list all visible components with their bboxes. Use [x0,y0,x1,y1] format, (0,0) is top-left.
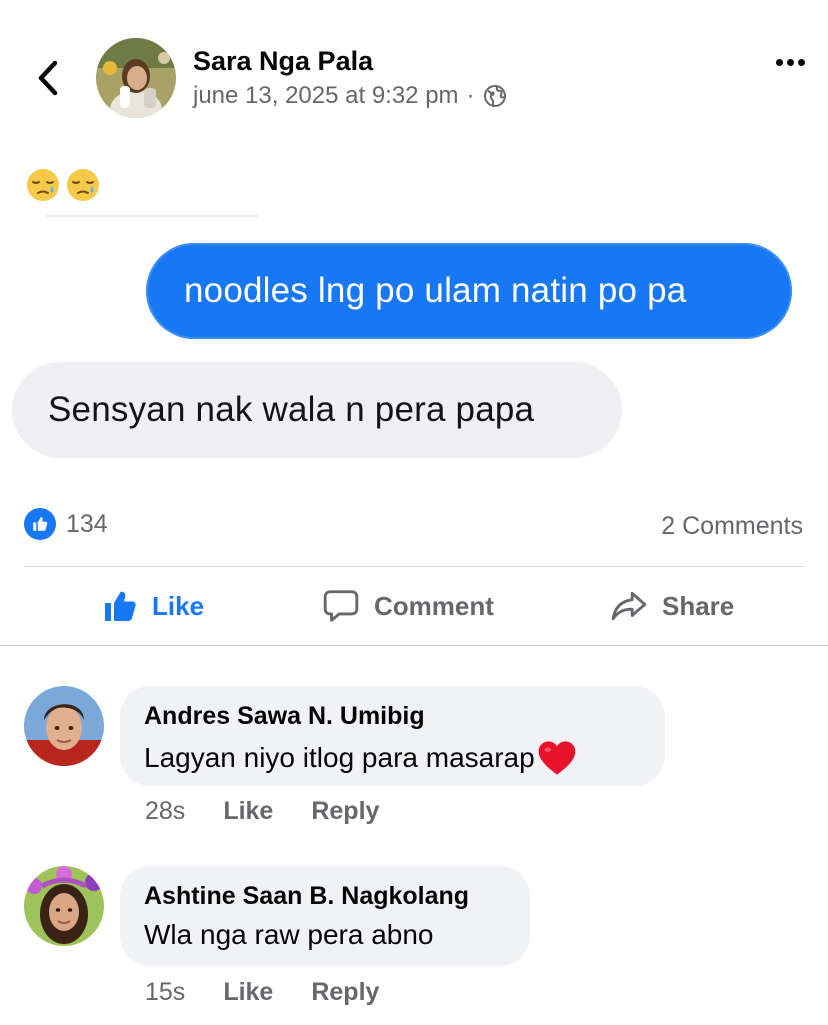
comment-button[interactable]: Comment [322,583,494,629]
comment-bubble[interactable]: Ashtine Saan B. Nagkolang Wla nga raw pe… [120,866,530,966]
received-message-bubble: Sensyan nak wala n pera papa [12,362,622,458]
back-button[interactable] [30,56,66,100]
comment-author[interactable]: Ashtine Saan B. Nagkolang [144,882,506,911]
comment-time[interactable]: 28s [145,797,185,826]
comment-icon [323,590,359,622]
share-arrow-icon [611,591,647,621]
like-button[interactable]: Like [102,583,204,629]
comment-count[interactable]: 2 Comments [661,512,803,541]
like-button-label: Like [152,590,205,621]
comment-time[interactable]: 15s [145,978,185,1007]
comment-reply-button[interactable]: Reply [311,978,379,1007]
sent-message-text: noodles lng po ulam natin po pa [184,271,687,310]
share-button[interactable]: Share [610,583,734,629]
post-timestamp[interactable]: june 13, 2025 at 9:32 pm [193,82,459,110]
author-name[interactable]: Sara Nga Pala [193,46,373,77]
commenter-avatar[interactable] [24,866,104,946]
comment-author[interactable]: Andres Sawa N. Umibig [144,702,641,731]
received-message-text: Sensyan nak wala n pera papa [48,390,535,429]
sent-message-bubble: noodles lng po ulam natin po pa [146,243,792,339]
comment-button-label: Comment [374,590,494,621]
sleepy-face-emoji [67,169,99,201]
author-avatar[interactable] [96,38,176,118]
comment-text: Lagyan niyo itlog para masarap [144,739,641,777]
chevron-left-icon [38,60,58,96]
comment-like-button[interactable]: Like [223,797,273,826]
divider [0,645,828,646]
sleepy-face-emoji [27,169,59,201]
comment-bubble[interactable]: Andres Sawa N. Umibig Lagyan niyo itlog … [120,686,665,786]
comment-meta: 28s Like Reply [145,797,379,826]
divider [24,566,804,567]
share-button-label: Share [662,590,735,621]
more-dots-icon [775,58,783,66]
more-options-button[interactable] [768,50,812,74]
comment-text: Wla nga raw pera abno [144,919,434,950]
like-reaction-icon [24,508,56,540]
like-count: 134 [66,509,108,538]
reaction-summary[interactable]: 134 [24,508,108,540]
meta-separator: · [466,82,475,109]
post-text [26,168,100,202]
red-heart-emoji [538,741,576,775]
thumbs-up-icon [105,591,136,621]
globe-icon [483,85,506,107]
comment-reply-button[interactable]: Reply [311,797,379,826]
image-top-edge [46,215,258,217]
post-meta: june 13, 2025 at 9:32 pm · [193,82,507,110]
commenter-avatar[interactable] [24,686,104,766]
comment-meta: 15s Like Reply [145,978,379,1007]
comment-like-button[interactable]: Like [223,978,273,1007]
